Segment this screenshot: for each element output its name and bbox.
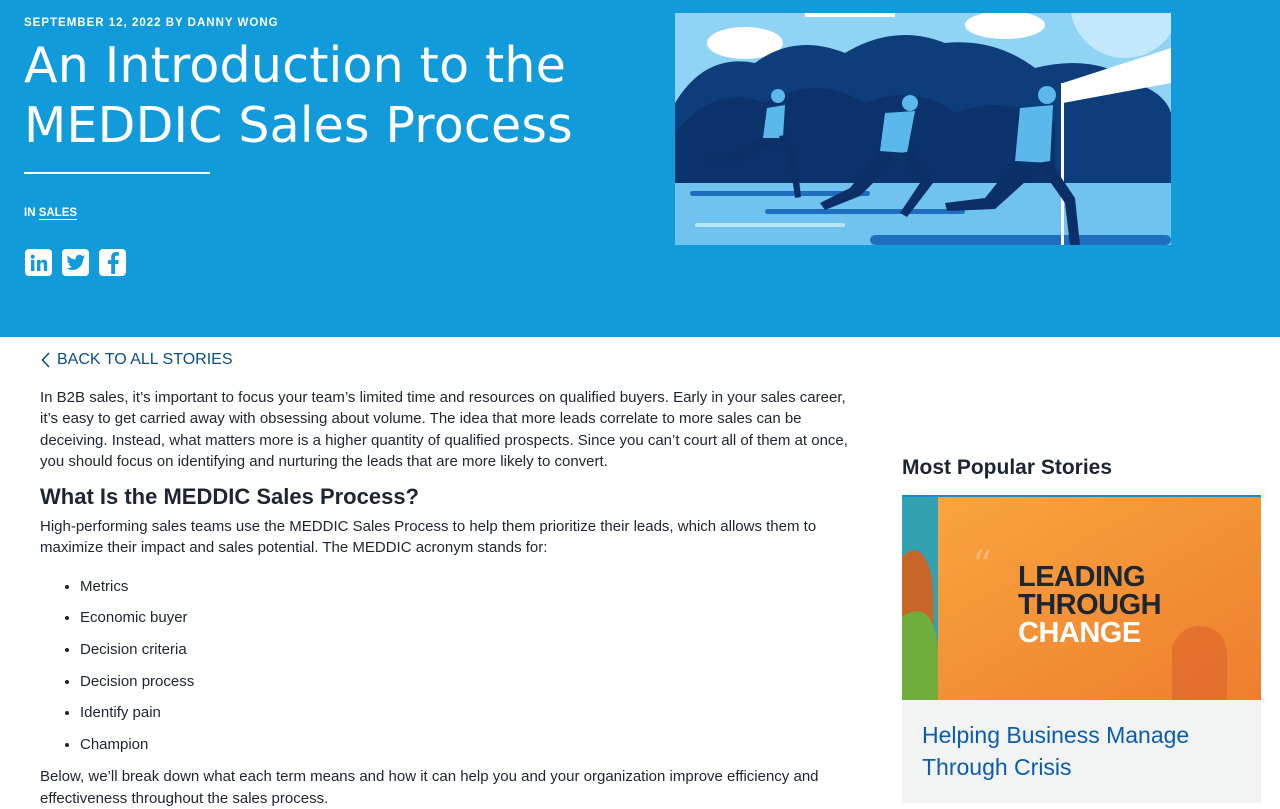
popular-story-card[interactable]: “ LEADING THROUGH CHANGE Helping Busines… (902, 497, 1261, 803)
svg-text:“: “ (972, 543, 992, 589)
category-link[interactable]: SALES (38, 207, 78, 220)
most-popular-title: Most Popular Stories (902, 456, 1113, 479)
story-thumbnail[interactable]: “ LEADING THROUGH CHANGE (902, 497, 1261, 700)
twitter-icon[interactable] (62, 249, 89, 276)
runners-illustration (675, 13, 1171, 245)
facebook-icon[interactable] (99, 249, 126, 276)
thumbnail-text-line: CHANGE (1018, 617, 1141, 649)
category-prefix: IN (24, 207, 36, 219)
list-item: Metrics (80, 571, 860, 603)
section-heading: What Is the MEDDIC Sales Process? (40, 484, 419, 510)
chevron-left-icon (41, 352, 50, 368)
back-link-label: BACK TO ALL STORIES (57, 351, 233, 368)
linkedin-icon[interactable] (25, 249, 52, 276)
hero-illustration (675, 13, 1171, 245)
story-title-link[interactable]: Helping Business Manage Through Crisis (922, 719, 1242, 783)
article-body: In B2B sales, it’s important to focus yo… (40, 387, 860, 809)
meddic-paragraph: High-performing sales teams use the MEDD… (40, 518, 817, 557)
article-hero: September 12, 2022 by Danny Wong An Intr… (0, 0, 1280, 337)
thumbnail-text-line: LEADING (1018, 561, 1146, 593)
category-label: IN SALES (24, 207, 78, 220)
list-item: Champion (80, 729, 860, 761)
title-line-1: An Introduction to the (24, 37, 567, 94)
intro-paragraph: In B2B sales, it’s important to focus yo… (40, 389, 848, 470)
meddic-list: Metrics Economic buyer Decision criteria… (40, 571, 860, 761)
thumbnail-text-line: THROUGH (1018, 589, 1162, 621)
article-meta: September 12, 2022 by Danny Wong (24, 17, 279, 29)
share-bar (25, 249, 126, 276)
list-item: Decision criteria (80, 634, 860, 666)
title-line-2: MEDDIC Sales Process (24, 97, 573, 154)
title-divider (24, 172, 210, 174)
page-title: An Introduction to the MEDDIC Sales Proc… (24, 36, 584, 156)
list-item: Identify pain (80, 697, 860, 729)
list-item: Decision process (80, 666, 860, 698)
story-thumbnail-text: LEADING THROUGH CHANGE (1018, 561, 1162, 649)
list-item: Economic buyer (80, 602, 860, 634)
back-to-stories-link[interactable]: BACK TO ALL STORIES (41, 351, 232, 369)
